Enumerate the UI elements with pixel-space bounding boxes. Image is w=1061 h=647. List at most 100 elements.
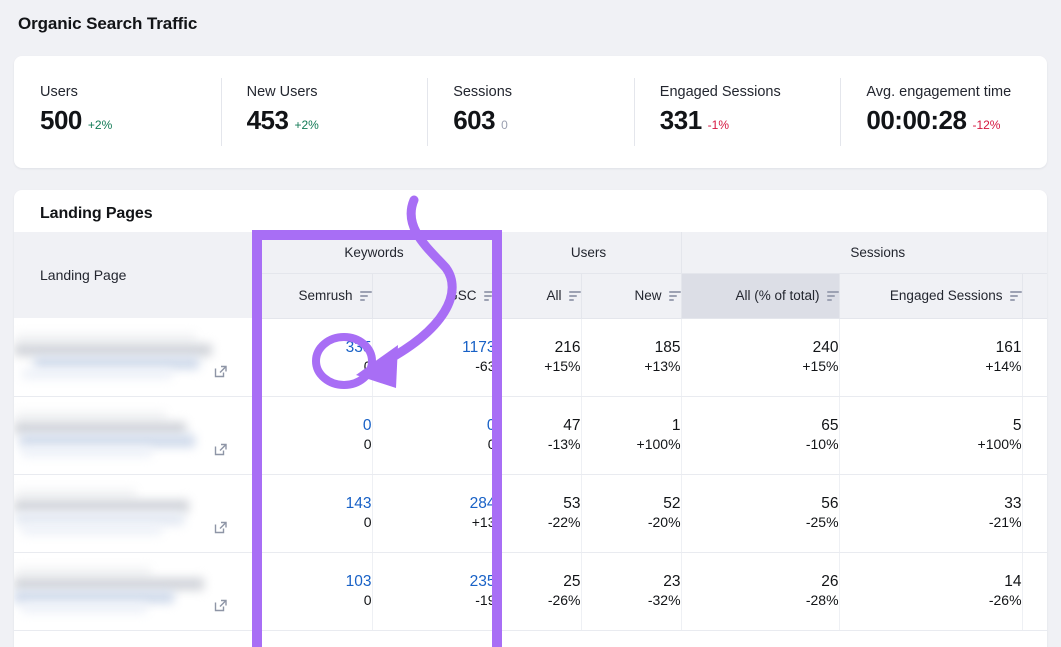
- dashboard-page: Organic Search Traffic Users 500 +2% New…: [0, 0, 1061, 647]
- column-header-users-new-label: New: [635, 288, 662, 303]
- cell-value: 240: [682, 338, 839, 357]
- cell-delta: +100%: [582, 435, 681, 454]
- landing-pages-title: Landing Pages: [14, 190, 1047, 223]
- metric-delta: 0: [501, 118, 508, 132]
- metric-delta: -1%: [708, 118, 729, 132]
- cell-users-new: 52 -20%: [581, 474, 681, 552]
- cell-delta: -25%: [682, 513, 839, 532]
- cell-sessions-all: 65 -10%: [681, 396, 839, 474]
- metric-users: Users 500 +2%: [14, 56, 221, 168]
- table-row[interactable]: 103 0 235 -19 25 -26% 23 -32%: [14, 552, 1047, 630]
- cell-users-all: 53 -22%: [496, 474, 581, 552]
- cell-delta: -26%: [497, 591, 581, 610]
- cell-gsc: 284 +13: [372, 474, 496, 552]
- metric-new-users: New Users 453 +2%: [221, 56, 428, 168]
- cell-delta: +13%: [582, 357, 681, 376]
- metric-value: 00:00:28: [866, 105, 966, 136]
- cell-value: 161: [840, 338, 1022, 357]
- column-header-sessions-all-pct[interactable]: All (% of total): [681, 273, 839, 318]
- landing-pages-card: Landing Pages Landing Page Keywords U: [14, 190, 1047, 647]
- cell-delta: 0: [253, 357, 372, 376]
- cell-sessions-avg: [1022, 318, 1047, 396]
- column-header-sessions-engaged-label: Engaged Sessions: [890, 288, 1003, 303]
- cell-delta: 0: [253, 591, 372, 610]
- landing-page-cell[interactable]: [14, 552, 252, 630]
- cell-value: 56: [682, 494, 839, 513]
- cell-gsc: 0 0: [372, 396, 496, 474]
- metric-label: Users: [40, 84, 221, 100]
- column-header-sessions-engaged[interactable]: Engaged Sessions: [839, 273, 1022, 318]
- external-link-icon[interactable]: [213, 519, 229, 535]
- table-group-header-row: Landing Page Keywords Users Sessions: [14, 232, 1047, 273]
- cell-delta: -10%: [682, 435, 839, 454]
- cell-users-all: 216 +15%: [496, 318, 581, 396]
- cell-value: 47: [497, 416, 581, 435]
- cell-delta: -13%: [497, 435, 581, 454]
- table-row[interactable]: 143 0 284 +13 53 -22% 52 -20%: [14, 474, 1047, 552]
- cell-value: 5: [840, 416, 1022, 435]
- cell-sessions-engaged: 161 +14%: [839, 318, 1022, 396]
- metric-value: 500: [40, 105, 82, 136]
- sort-icon[interactable]: [484, 291, 496, 301]
- column-header-landing-page[interactable]: Landing Page: [14, 232, 252, 318]
- cell-value[interactable]: 235: [373, 572, 496, 591]
- cell-value: 185: [582, 338, 681, 357]
- column-header-users-new[interactable]: New: [581, 273, 681, 318]
- sort-icon[interactable]: [360, 291, 372, 301]
- cell-value[interactable]: 0: [373, 416, 496, 435]
- metric-value: 603: [453, 105, 495, 136]
- sort-icon[interactable]: [1010, 291, 1022, 301]
- cell-sessions-all: 56 -25%: [681, 474, 839, 552]
- table-row[interactable]: 335 0 1173 -63 216 +15% 185 +13%: [14, 318, 1047, 396]
- cell-delta: -20%: [582, 513, 681, 532]
- sort-icon[interactable]: [569, 291, 581, 301]
- metric-delta: +2%: [88, 118, 112, 132]
- cell-semrush: 143 0: [252, 474, 372, 552]
- cell-sessions-avg: [1022, 474, 1047, 552]
- cell-value[interactable]: 0: [253, 416, 372, 435]
- column-header-sessions-avg[interactable]: Avg.: [1022, 273, 1047, 318]
- sort-icon[interactable]: [827, 291, 839, 301]
- column-header-sessions-all-pct-label: All (% of total): [735, 288, 819, 303]
- cell-sessions-engaged: 14 -26%: [839, 552, 1022, 630]
- cell-value[interactable]: 143: [253, 494, 372, 513]
- metric-sessions: Sessions 603 0: [427, 56, 634, 168]
- cell-semrush: 103 0: [252, 552, 372, 630]
- landing-page-cell[interactable]: [14, 318, 252, 396]
- cell-delta: 0: [253, 435, 372, 454]
- cell-users-all: 47 -13%: [496, 396, 581, 474]
- cell-delta: +13: [373, 513, 496, 532]
- landing-page-cell[interactable]: [14, 474, 252, 552]
- column-header-semrush[interactable]: Semrush: [252, 273, 372, 318]
- cell-users-new: 23 -32%: [581, 552, 681, 630]
- column-header-users-all[interactable]: All: [496, 273, 581, 318]
- landing-page-cell[interactable]: [14, 396, 252, 474]
- cell-delta: -26%: [840, 591, 1022, 610]
- landing-page-redacted: [14, 409, 229, 461]
- external-link-icon[interactable]: [213, 597, 229, 613]
- cell-value[interactable]: 1173: [373, 338, 496, 357]
- sort-icon[interactable]: [669, 291, 681, 301]
- cell-value: 1: [582, 416, 681, 435]
- cell-value: 25: [497, 572, 581, 591]
- table-row[interactable]: 0 0 0 0 47 -13% 1 +100%: [14, 396, 1047, 474]
- metric-label: Engaged Sessions: [660, 84, 841, 100]
- cell-delta: -22%: [497, 513, 581, 532]
- cell-semrush: 0 0: [252, 396, 372, 474]
- cell-gsc: 1173 -63: [372, 318, 496, 396]
- cell-semrush: 335 0: [252, 318, 372, 396]
- external-link-icon[interactable]: [213, 363, 229, 379]
- cell-value: 53: [497, 494, 581, 513]
- external-link-icon[interactable]: [213, 441, 229, 457]
- metric-label: New Users: [247, 84, 428, 100]
- group-header-sessions: Sessions: [681, 232, 1047, 273]
- cell-value[interactable]: 103: [253, 572, 372, 591]
- cell-value: 23: [582, 572, 681, 591]
- cell-gsc: 235 -19: [372, 552, 496, 630]
- cell-value[interactable]: 284: [373, 494, 496, 513]
- column-header-gsc[interactable]: GSC: [372, 273, 496, 318]
- page-title: Organic Search Traffic: [18, 14, 197, 34]
- column-header-landing-page-label: Landing Page: [14, 267, 252, 283]
- cell-value[interactable]: 335: [253, 338, 372, 357]
- metric-label: Sessions: [453, 84, 634, 100]
